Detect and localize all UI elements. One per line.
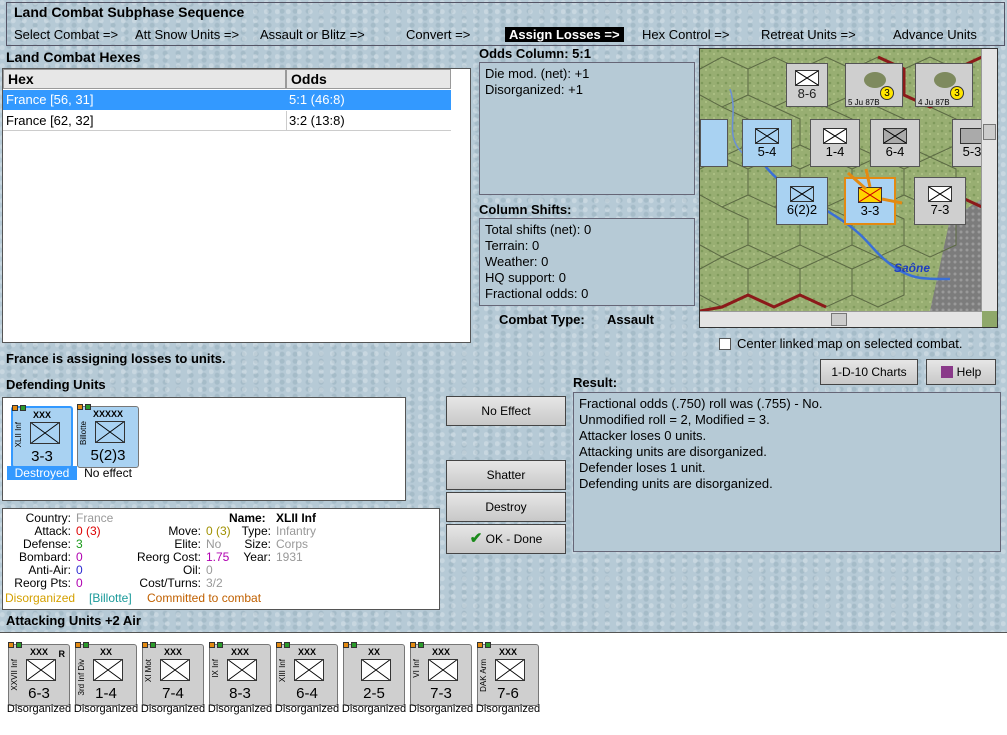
disorganized-mod-text: Disorganized: +1 (485, 82, 583, 97)
result-line: Fractional odds (.750) roll was (.755) -… (579, 396, 823, 411)
center-linked-map-label: Center linked map on selected combat. (737, 336, 963, 351)
saone-river-label: Saône (894, 261, 931, 275)
hex-row[interactable]: France [56, 31] 5:1 (46:8) (3, 90, 451, 110)
attacking-unit[interactable]: XXX VI Inf 7-3 (410, 642, 472, 706)
fractional-odds-text: Fractional odds: 0 (485, 286, 589, 301)
total-shifts-text: Total shifts (net): 0 (485, 222, 592, 237)
attacking-unit[interactable]: XXX DAK Arm 7-6 (477, 642, 539, 706)
step-assign-losses: Assign Losses => (505, 27, 624, 42)
attacking-unit[interactable]: XX 2-5 (343, 642, 405, 706)
destroy-button[interactable]: Destroy (446, 492, 566, 522)
map-counter[interactable]: 8-6 (786, 63, 828, 107)
map-counter-partial[interactable] (700, 119, 728, 167)
no-effect-button[interactable]: No Effect (446, 396, 566, 426)
result-line: Defending units are disorganized. (579, 476, 773, 491)
unit-status: Disorganized (207, 703, 273, 715)
hq-support-text: HQ support: 0 (485, 270, 566, 285)
unit-status: Disorganized (341, 703, 407, 715)
status-line: France is assigning losses to units. (6, 351, 226, 366)
result-line: Unmodified roll = 2, Modified = 3. (579, 412, 770, 427)
defending-unit[interactable]: XXXXX Billotte 5(2)3 (77, 404, 139, 468)
ok-done-button[interactable]: ✔ OK - Done (446, 524, 566, 554)
hexes-list: Hex Odds France [56, 31] 5:1 (46:8) Fran… (2, 68, 471, 343)
hex-cell: France [56, 31] (6, 92, 94, 107)
result-line: Attacking units are disorganized. (579, 444, 767, 459)
result-title: Result: (573, 375, 618, 390)
map-counter[interactable]: 1-4 (810, 119, 860, 167)
map-horizontal-scrollbar[interactable] (700, 311, 982, 327)
defending-units-panel: XXX XLII Inf 3-3 Destroyed XXXXX Billott… (2, 397, 406, 501)
step-assault-blitz: Assault or Blitz => (260, 27, 365, 42)
charts-button[interactable]: 1-D-10 Charts (820, 359, 918, 385)
column-shifts-panel: Total shifts (net): 0 Terrain: 0 Weather… (479, 218, 695, 306)
defending-units-title: Defending Units (6, 377, 106, 392)
step-hex-control: Hex Control => (642, 27, 730, 42)
step-select-combat: Select Combat => (14, 27, 119, 42)
result-line: Attacker loses 0 units. (579, 428, 707, 443)
hexes-title: Land Combat Hexes (6, 49, 141, 65)
unit-status: Disorganized (6, 703, 72, 715)
hex-column-header[interactable]: Hex (3, 69, 286, 89)
unit-status: Disorganized (475, 703, 541, 715)
result-panel: Fractional odds (.750) roll was (.755) -… (573, 392, 1001, 552)
help-book-icon (940, 366, 953, 378)
result-line: Defender loses 1 unit. (579, 460, 706, 475)
map-counter[interactable]: 6-4 (870, 119, 920, 167)
odds-column-header[interactable]: Odds (286, 69, 451, 89)
combat-type-value: Assault (607, 312, 654, 327)
unit-details-panel: Country: France Attack: 0 (3) Defense: 3 Bo… (2, 508, 440, 610)
attacking-unit[interactable]: XXX XIII Inf 6-4 (276, 642, 338, 706)
center-linked-map-checkbox[interactable] (719, 338, 731, 350)
step-att-snow: Att Snow Units => (135, 27, 240, 42)
defending-unit[interactable]: XXX XLII Inf 3-3 (11, 405, 73, 468)
column-shifts-title: Column Shifts: (479, 202, 572, 217)
map-vertical-scrollbar[interactable] (981, 49, 997, 311)
unit-status: Disorganized (73, 703, 139, 715)
attack-arrows-icon (847, 168, 903, 205)
map-counter[interactable]: 5-4 (742, 119, 792, 167)
odds-column-panel: Die mod. (net): +1 Disorganized: +1 (479, 62, 695, 195)
weather-shift-text: Weather: 0 (485, 254, 549, 269)
combat-type-label: Combat Type: (499, 312, 585, 327)
odds-cell: 3:2 (13:8) (289, 113, 345, 128)
terrain-shift-text: Terrain: 0 (485, 238, 540, 253)
die-mod-text: Die mod. (net): +1 (485, 66, 590, 81)
attacking-unit[interactable]: XX 3rd Inf Div 1-4 (75, 642, 137, 706)
unit-status: Disorganized (274, 703, 340, 715)
step-retreat-units: Retreat Units => (761, 27, 856, 42)
step-convert: Convert => (406, 27, 471, 42)
attacking-unit[interactable]: XXX XI Mot 7-4 (142, 642, 204, 706)
step-advance-units: Advance Units (893, 27, 977, 42)
help-button[interactable]: Help (926, 359, 996, 385)
hex-row[interactable]: France [62, 32] 3:2 (13:8) (3, 111, 451, 131)
air-counter-stuka[interactable]: 3 5 Ju 87B (845, 63, 903, 107)
odds-column-title: Odds Column: 5:1 (479, 46, 591, 61)
air-counter-stuka[interactable]: 3 4 Ju 87B (915, 63, 973, 107)
unit-status: Destroyed (7, 466, 77, 480)
unit-status: Disorganized (408, 703, 474, 715)
checkmark-icon: ✔ (469, 530, 483, 547)
hex-cell: France [62, 32] (6, 113, 94, 128)
odds-cell: 5:1 (46:8) (289, 92, 345, 107)
attacking-unit[interactable]: XXX IX Inf 8-3 (209, 642, 271, 706)
shatter-button[interactable]: Shatter (446, 460, 566, 490)
unit-status: Disorganized (140, 703, 206, 715)
linked-map[interactable]: Saône 8-6 3 5 Ju 87B 3 4 Ju 87B 5-4 1-4 … (699, 48, 998, 328)
map-counter[interactable]: 7-3 (914, 177, 966, 225)
unit-status: No effect (84, 466, 132, 480)
sequence-title: Land Combat Subphase Sequence (14, 4, 245, 20)
attacking-units-title: Attacking Units +2 Air (6, 613, 141, 628)
map-counter[interactable]: 6(2)2 (776, 177, 828, 225)
attacking-unit[interactable]: XXX XXVII Inf R 6-3 (8, 642, 70, 706)
